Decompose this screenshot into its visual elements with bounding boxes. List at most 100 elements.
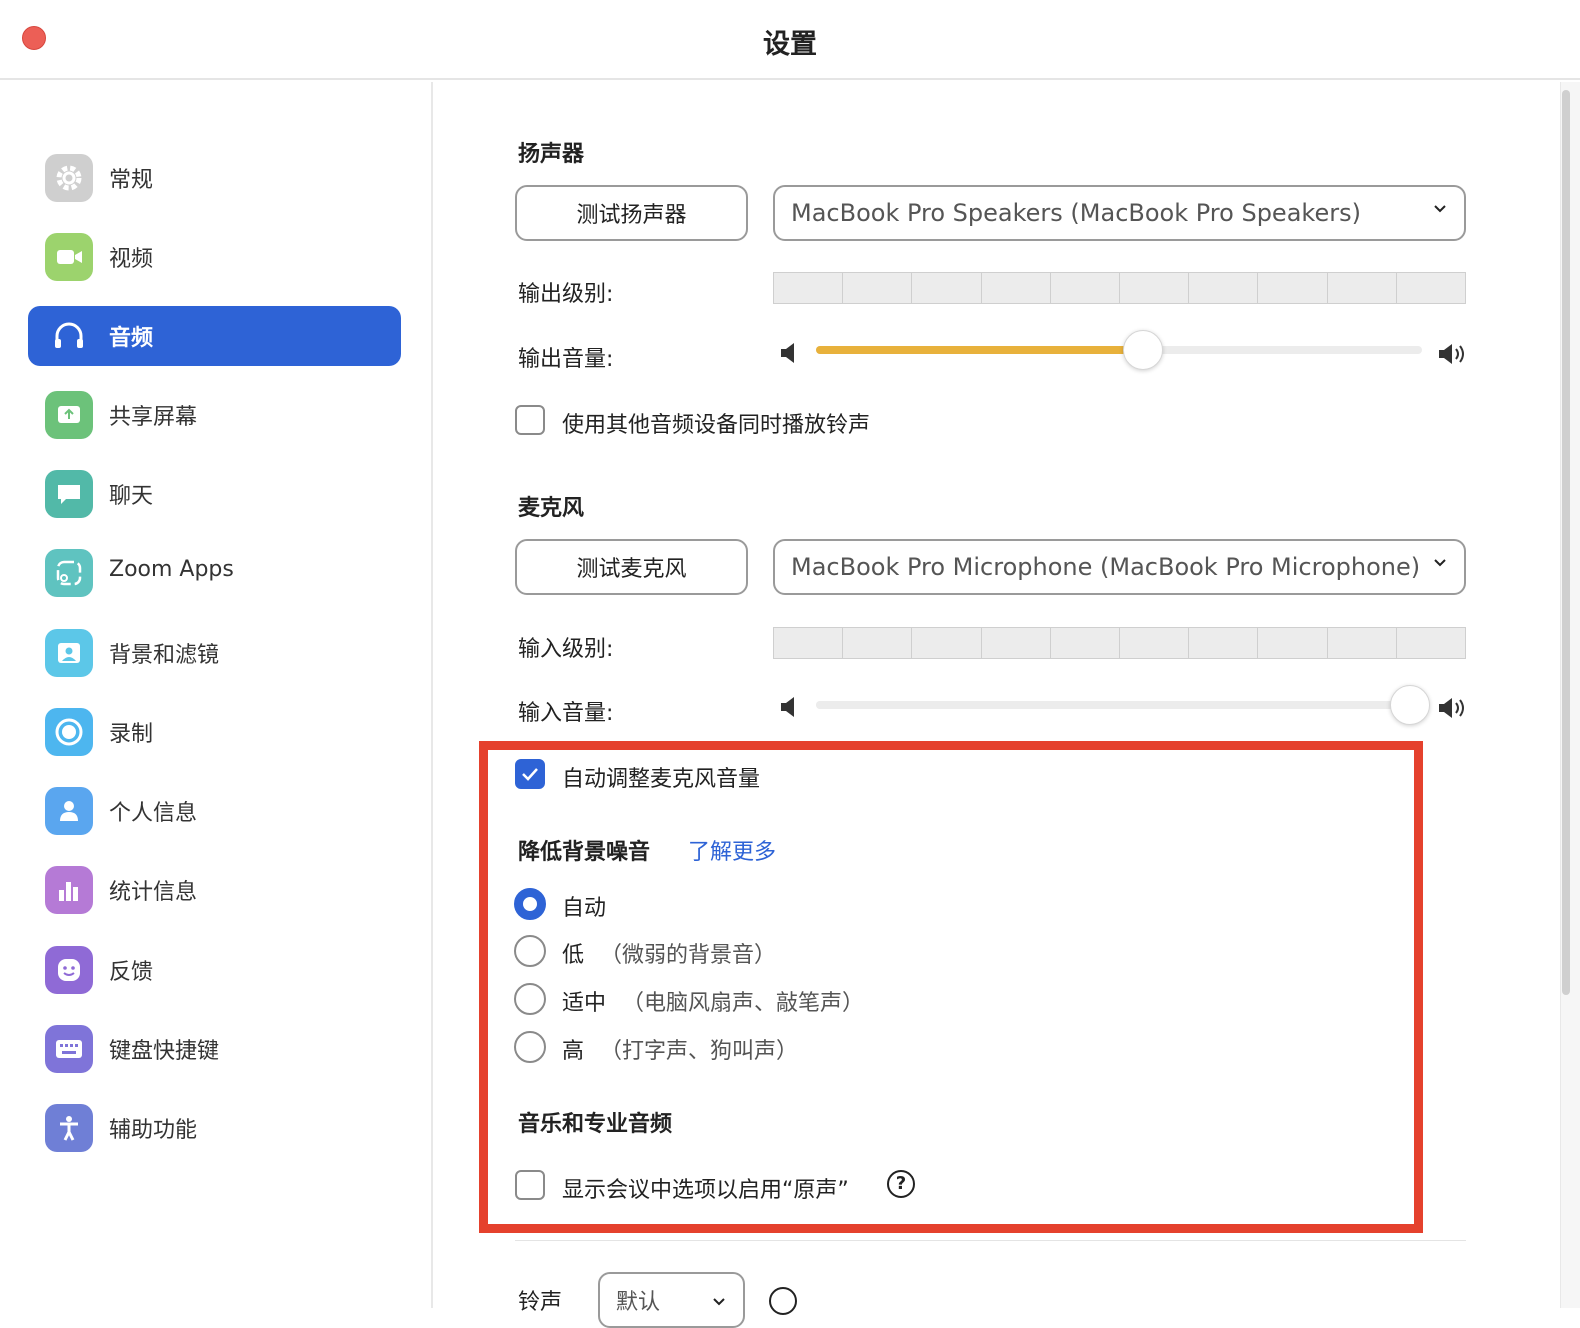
original-sound-checkbox[interactable] bbox=[515, 1170, 545, 1200]
noise-option-radio[interactable] bbox=[514, 983, 546, 1015]
sidebar-item-6[interactable]: 背景和滤镜 bbox=[28, 623, 401, 683]
level-segment bbox=[774, 628, 844, 658]
sidebar-item-label: 音频 bbox=[109, 326, 154, 351]
sidebar-item-label: 视频 bbox=[109, 247, 154, 272]
level-segment bbox=[912, 628, 982, 658]
input-level-meter bbox=[773, 627, 1466, 659]
microphone-device-value: MacBook Pro Microphone (MacBook Pro Micr… bbox=[791, 553, 1421, 581]
input-volume-knob[interactable] bbox=[1389, 685, 1430, 725]
level-segment bbox=[843, 628, 913, 658]
level-segment bbox=[843, 273, 913, 303]
noise-option-radio[interactable] bbox=[514, 888, 546, 920]
music-audio-title: 音乐和专业音频 bbox=[518, 1112, 673, 1137]
profile-icon bbox=[45, 787, 93, 835]
input-volume-fill bbox=[816, 701, 1410, 709]
noise-option-label: 自动 bbox=[562, 896, 607, 921]
input-level-label: 输入级别: bbox=[518, 637, 614, 662]
level-segment bbox=[1050, 628, 1121, 658]
sidebar-item-11[interactable]: 键盘快捷键 bbox=[28, 1019, 401, 1079]
sidebar-item-7[interactable]: 录制 bbox=[28, 702, 401, 762]
highlight-annotation-box bbox=[479, 741, 1423, 1233]
zoom-apps-icon bbox=[45, 549, 93, 597]
level-segment bbox=[912, 273, 982, 303]
noise-suppression-title: 降低背景噪音 bbox=[518, 840, 651, 865]
level-segment bbox=[1189, 273, 1259, 303]
sidebar-item-label: 统计信息 bbox=[109, 880, 198, 905]
sidebar-item-label: 共享屏幕 bbox=[109, 405, 198, 430]
sidebar-item-label: 键盘快捷键 bbox=[109, 1039, 220, 1064]
accessibility-icon bbox=[45, 1104, 93, 1152]
input-volume-label: 输入音量: bbox=[518, 701, 614, 726]
noise-option-radio[interactable] bbox=[514, 1031, 546, 1063]
settings-sidebar: 常规视频音频共享屏幕聊天 Zoom Apps 背景和滤镜录制个人信息统计信息反馈键盘… bbox=[0, 82, 433, 1308]
microphone-device-select[interactable]: MacBook Pro Microphone (MacBook Pro Micr… bbox=[773, 539, 1466, 595]
noise-option-label: 适中 bbox=[562, 991, 607, 1016]
ringtone-multi-device-checkbox[interactable] bbox=[515, 405, 545, 435]
sidebar-item-4[interactable]: 聊天 bbox=[28, 464, 401, 524]
chat-bubble-icon bbox=[45, 470, 93, 518]
sidebar-item-12[interactable]: 辅助功能 bbox=[28, 1098, 401, 1158]
sidebar-item-label: 背景和滤镜 bbox=[109, 643, 220, 668]
input-volume-slider[interactable] bbox=[816, 685, 1430, 725]
level-segment bbox=[1120, 628, 1190, 658]
sidebar-item-label: 常规 bbox=[109, 168, 154, 193]
ringtone-select[interactable]: 默认 bbox=[598, 1272, 745, 1328]
share-screen-icon bbox=[45, 391, 93, 439]
sidebar-item-label: 聊天 bbox=[109, 484, 154, 509]
sidebar-item-label: 辅助功能 bbox=[109, 1118, 198, 1143]
output-volume-knob[interactable] bbox=[1123, 330, 1164, 370]
window-title: 设置 bbox=[763, 29, 817, 60]
sidebar-item-8[interactable]: 个人信息 bbox=[28, 781, 401, 841]
sidebar-item-0[interactable]: 常规 bbox=[28, 148, 401, 208]
chevron-down-icon bbox=[1434, 559, 1446, 567]
help-icon[interactable]: ? bbox=[887, 1170, 915, 1198]
speaker-section-title: 扬声器 bbox=[518, 142, 585, 167]
test-speaker-button[interactable]: 测试扬声器 bbox=[515, 185, 748, 241]
volume-low-icon bbox=[781, 343, 794, 363]
microphone-section-title: 麦克风 bbox=[518, 496, 585, 521]
sidebar-item-3[interactable]: 共享屏幕 bbox=[28, 385, 401, 445]
volume-high-icon bbox=[1439, 698, 1464, 718]
level-segment bbox=[1258, 628, 1328, 658]
sidebar-item-2[interactable]: 音频 bbox=[28, 306, 401, 366]
volume-high-icon bbox=[1439, 344, 1464, 364]
title-bar: 设置 bbox=[0, 0, 1580, 80]
ringtone-value: 默认 bbox=[616, 1290, 661, 1315]
volume-low-icon bbox=[781, 697, 794, 717]
video-camera-icon bbox=[45, 233, 93, 281]
noise-option-label: 低 bbox=[562, 943, 585, 968]
sidebar-item-9[interactable]: 统计信息 bbox=[28, 860, 401, 920]
section-divider bbox=[515, 1240, 1466, 1241]
test-microphone-button[interactable]: 测试麦克风 bbox=[515, 539, 748, 595]
feedback-smile-icon bbox=[45, 946, 93, 994]
record-icon bbox=[45, 708, 93, 756]
ringtone-label: 铃声 bbox=[518, 1290, 563, 1315]
keyboard-icon bbox=[45, 1025, 93, 1073]
original-sound-label: 显示会议中选项以启用“原声” bbox=[562, 1178, 849, 1203]
noise-option-hint: （电脑风扇声、敲笔声） bbox=[622, 991, 865, 1016]
scrollbar-thumb[interactable] bbox=[1562, 90, 1570, 995]
background-icon bbox=[45, 629, 93, 677]
sidebar-item-10[interactable]: 反馈 bbox=[28, 940, 401, 1000]
output-level-label: 输出级别: bbox=[518, 282, 614, 307]
level-segment bbox=[1050, 273, 1121, 303]
output-volume-slider[interactable] bbox=[816, 330, 1422, 370]
level-segment bbox=[1396, 628, 1466, 658]
chevron-down-icon bbox=[1434, 205, 1446, 213]
level-segment bbox=[1258, 273, 1328, 303]
output-volume-fill bbox=[816, 346, 1144, 354]
gear-icon bbox=[45, 154, 93, 202]
output-volume-label: 输出音量: bbox=[518, 347, 614, 372]
sidebar-item-1[interactable]: 视频 bbox=[28, 227, 401, 287]
sidebar-item-label: Zoom Apps bbox=[109, 557, 234, 582]
sidebar-item-5[interactable]: Zoom Apps bbox=[28, 543, 401, 603]
checkmark-icon bbox=[522, 768, 538, 781]
noise-option-radio[interactable] bbox=[514, 935, 546, 967]
learn-more-link[interactable]: 了解更多 bbox=[688, 834, 776, 866]
level-segment bbox=[981, 273, 1051, 303]
auto-adjust-mic-checkbox[interactable] bbox=[515, 759, 545, 789]
level-segment bbox=[1327, 628, 1397, 658]
speaker-device-select[interactable]: MacBook Pro Speakers (MacBook Pro Speake… bbox=[773, 185, 1466, 241]
level-segment bbox=[774, 273, 844, 303]
ringtone-help-icon[interactable] bbox=[769, 1287, 797, 1315]
